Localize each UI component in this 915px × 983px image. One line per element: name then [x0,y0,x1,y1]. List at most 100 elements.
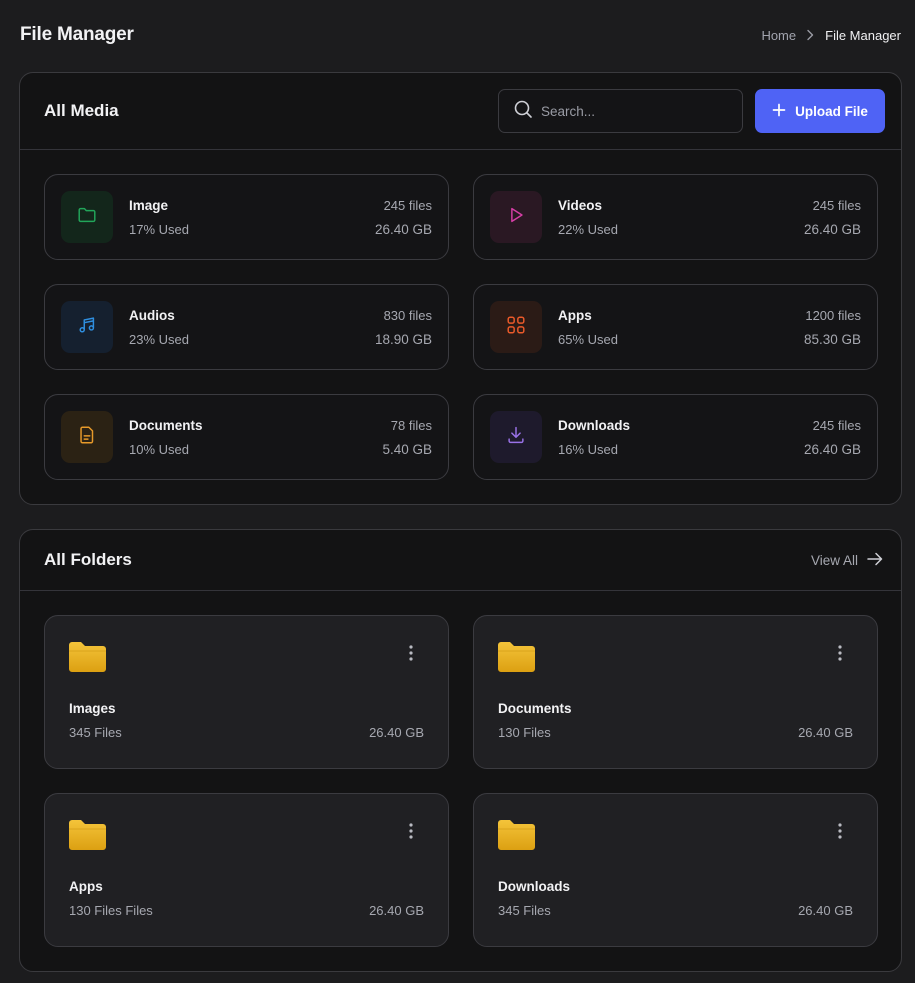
folder-name: Apps [69,879,103,894]
media-files: 245 files [812,197,861,213]
upload-file-label: Upload File [795,103,868,119]
media-used: 17% Used [129,221,189,237]
folder-file-count: 345 Files [498,903,551,918]
folder-size: 26.40 GB [369,903,424,918]
search-icon [513,99,533,124]
media-icon-documents [61,411,113,463]
music-icon [76,314,98,341]
folder-card-downloads[interactable]: Downloads 345 Files 26.40 GB [473,793,878,947]
media-files: 245 files [383,197,432,213]
media-size: 5.40 GB [382,441,432,457]
page-title: File Manager [20,24,134,45]
media-stats: 245 files 26.40 GB [804,418,861,457]
play-icon [505,204,527,231]
more-vertical-icon[interactable] [404,643,418,663]
page-header: File Manager Home File Manager [20,22,901,48]
more-vertical-icon[interactable] [404,821,418,841]
media-stats: 1200 files 85.30 GB [804,308,861,347]
media-files: 78 files [390,417,432,433]
upload-file-button[interactable]: Upload File [755,89,885,133]
all-media-header: All Media Upload File [20,73,901,150]
media-item-audios[interactable]: Audios 23% Used 830 files 18.90 GB [44,284,449,370]
media-item-apps[interactable]: Apps 65% Used 1200 files 85.30 GB [473,284,878,370]
folder-icon [69,642,424,677]
folder-size: 26.40 GB [798,725,853,740]
media-icon-downloads [490,411,542,463]
media-used: 65% Used [558,331,618,347]
media-info: Audios 23% Used [129,308,375,347]
media-files: 245 files [812,417,861,433]
media-name: Apps [558,307,592,323]
folder-card-documents[interactable]: Documents 130 Files 26.40 GB [473,615,878,769]
media-stats: 245 files 26.40 GB [804,198,861,237]
folder-name: Downloads [498,879,571,894]
folder-meta: 345 Files 26.40 GB [498,903,853,918]
folder-card-apps[interactable]: Apps 130 Files Files 26.40 GB [44,793,449,947]
all-folders-title: All Folders [44,550,132,569]
media-name: Videos [558,197,603,213]
media-stats: 78 files 5.40 GB [382,418,432,457]
breadcrumb: Home File Manager [761,28,901,43]
media-size: 26.40 GB [803,221,861,237]
folder-meta: 345 Files 26.40 GB [69,725,424,740]
view-all-link[interactable]: View All [811,552,883,569]
media-item-downloads[interactable]: Downloads 16% Used 245 files 26.40 GB [473,394,878,480]
folder-icon [498,820,853,855]
media-size: 26.40 GB [803,441,861,457]
search-box[interactable] [498,89,743,133]
media-info: Videos 22% Used [558,198,804,237]
plus-icon [772,103,786,120]
all-folders-card: All Folders View All Images 345 Files 26… [19,529,902,972]
media-icon-image [61,191,113,243]
media-name: Documents [129,417,203,433]
more-vertical-icon[interactable] [833,643,847,663]
media-item-image[interactable]: Image 17% Used 245 files 26.40 GB [44,174,449,260]
folder-meta: 130 Files 26.40 GB [498,725,853,740]
folder-name: Images [69,701,116,716]
grid-icon [505,314,527,341]
media-used: 16% Used [558,441,618,457]
media-size: 85.30 GB [803,331,861,347]
media-grid: Image 17% Used 245 files 26.40 GB Videos… [44,174,878,480]
media-used: 22% Used [558,221,618,237]
folder-file-count: 130 Files [498,725,551,740]
media-size: 18.90 GB [374,331,432,347]
media-used: 10% Used [129,441,189,457]
all-media-card: All Media Upload File [19,72,902,505]
folder-size: 26.40 GB [798,903,853,918]
search-input[interactable] [541,103,728,119]
folder-icon [498,642,853,677]
media-used: 23% Used [129,331,189,347]
all-media-title: All Media [44,101,119,120]
download-icon [505,424,527,451]
media-actions: Upload File [498,89,885,133]
more-vertical-icon[interactable] [833,821,847,841]
media-icon-audios [61,301,113,353]
all-folders-header: All Folders View All [20,530,901,591]
folder-icon [76,204,98,231]
media-item-documents[interactable]: Documents 10% Used 78 files 5.40 GB [44,394,449,480]
folder-icon [69,820,424,855]
media-info: Documents 10% Used [129,418,382,457]
media-icon-videos [490,191,542,243]
media-files: 830 files [383,307,432,323]
media-info: Downloads 16% Used [558,418,804,457]
folder-file-count: 345 Files [69,725,122,740]
media-stats: 245 files 26.40 GB [375,198,432,237]
media-icon-apps [490,301,542,353]
view-all-label: View All [810,552,858,568]
chevron-right-icon [806,29,814,41]
breadcrumb-home-link[interactable]: Home [761,28,796,43]
arrow-right-icon [867,552,883,569]
folder-card-images[interactable]: Images 345 Files 26.40 GB [44,615,449,769]
media-info: Apps 65% Used [558,308,804,347]
breadcrumb-current: File Manager [825,27,901,43]
media-item-videos[interactable]: Videos 22% Used 245 files 26.40 GB [473,174,878,260]
media-size: 26.40 GB [374,221,432,237]
media-name: Downloads [558,417,631,433]
media-stats: 830 files 18.90 GB [375,308,432,347]
media-name: Audios [129,307,175,323]
document-icon [76,424,98,451]
media-info: Image 17% Used [129,198,375,237]
folder-size: 26.40 GB [369,725,424,740]
